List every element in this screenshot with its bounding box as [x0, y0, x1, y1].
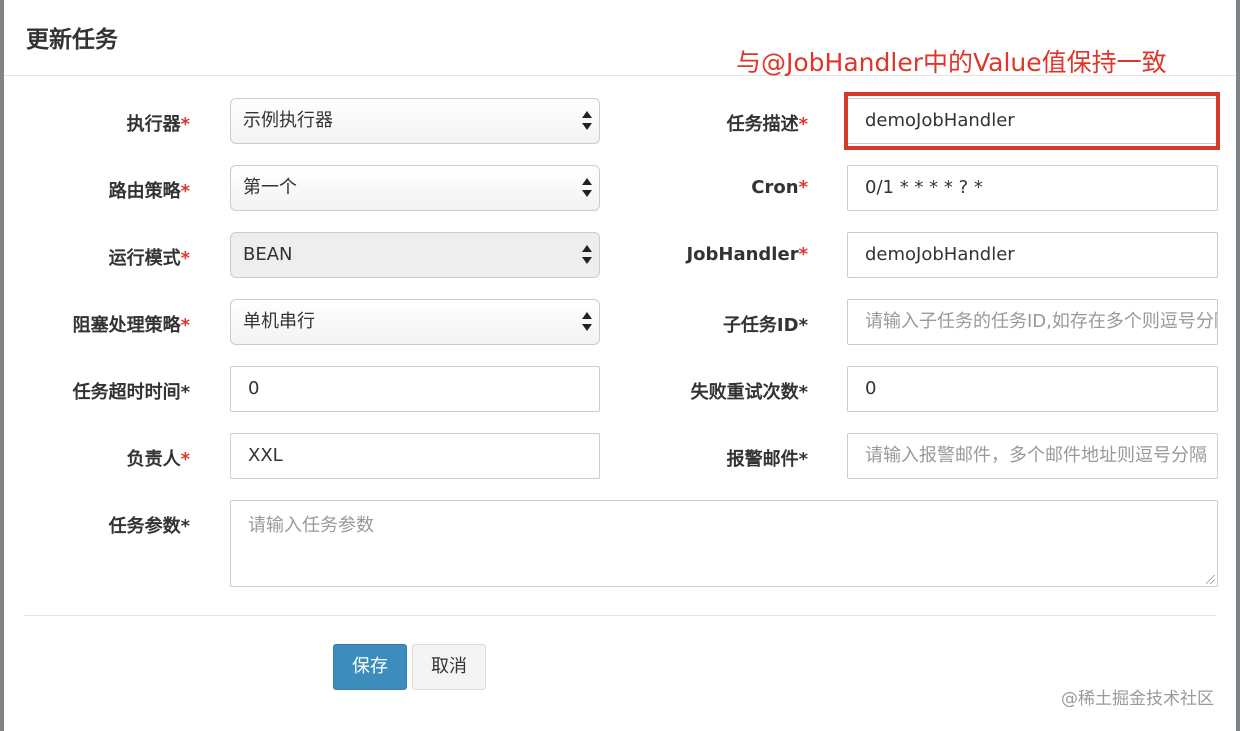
label-task-params: 任务参数*: [108, 516, 190, 537]
label-cron: Cron*: [751, 177, 808, 198]
dialog-title: 更新任务: [26, 27, 118, 53]
save-button[interactable]: 保存: [333, 644, 407, 690]
label-child-task-id: 子任务ID*: [722, 315, 808, 336]
retry-count-input[interactable]: 0: [847, 366, 1218, 412]
resize-grip-icon[interactable]: [1206, 575, 1215, 584]
select-arrows-icon: [582, 312, 592, 334]
highlight-annotation-box: [844, 92, 1220, 150]
label-timeout: 任务超时时间*: [72, 382, 190, 403]
task-params-textarea[interactable]: 请输入任务参数: [230, 500, 1218, 587]
run-mode-select: BEAN: [230, 232, 600, 278]
executor-select[interactable]: 示例执行器: [230, 98, 600, 144]
label-executor: 执行器*: [126, 114, 190, 135]
alarm-email-input[interactable]: 请输入报警邮件，多个邮件地址则逗号分隔: [847, 433, 1218, 479]
label-task-desc: 任务描述*: [726, 114, 808, 135]
child-task-id-input[interactable]: 请输入子任务的任务ID,如存在多个则逗号分隔: [847, 299, 1218, 345]
select-arrows-icon: [582, 178, 592, 200]
cron-input[interactable]: 0/1 * * * * ? *: [847, 165, 1218, 211]
timeout-input[interactable]: 0: [230, 366, 600, 412]
route-strategy-select[interactable]: 第一个: [230, 165, 600, 211]
footer-divider: [24, 615, 1216, 616]
annotation-note: 与@JobHandler中的Value值保持一致: [736, 48, 1167, 77]
label-owner: 负责人*: [126, 449, 190, 470]
label-jobhandler: JobHandler*: [686, 244, 808, 265]
block-strategy-select[interactable]: 单机串行: [230, 299, 600, 345]
jobhandler-input[interactable]: demoJobHandler: [847, 232, 1218, 278]
label-retry-count: 失败重试次数*: [690, 382, 808, 403]
label-block-strategy: 阻塞处理策略*: [72, 315, 190, 336]
update-task-dialog: 更新任务 与@JobHandler中的Value值保持一致 执行器* 示例执行器…: [4, 0, 1236, 731]
select-arrows-icon: [582, 245, 592, 267]
label-route-strategy: 路由策略*: [108, 181, 190, 202]
select-arrows-icon: [582, 111, 592, 133]
label-alarm-email: 报警邮件*: [726, 449, 808, 470]
label-run-mode: 运行模式*: [108, 248, 190, 269]
cancel-button[interactable]: 取消: [412, 644, 486, 690]
watermark: @稀土掘金技术社区: [1061, 689, 1214, 709]
owner-input[interactable]: XXL: [230, 433, 600, 479]
